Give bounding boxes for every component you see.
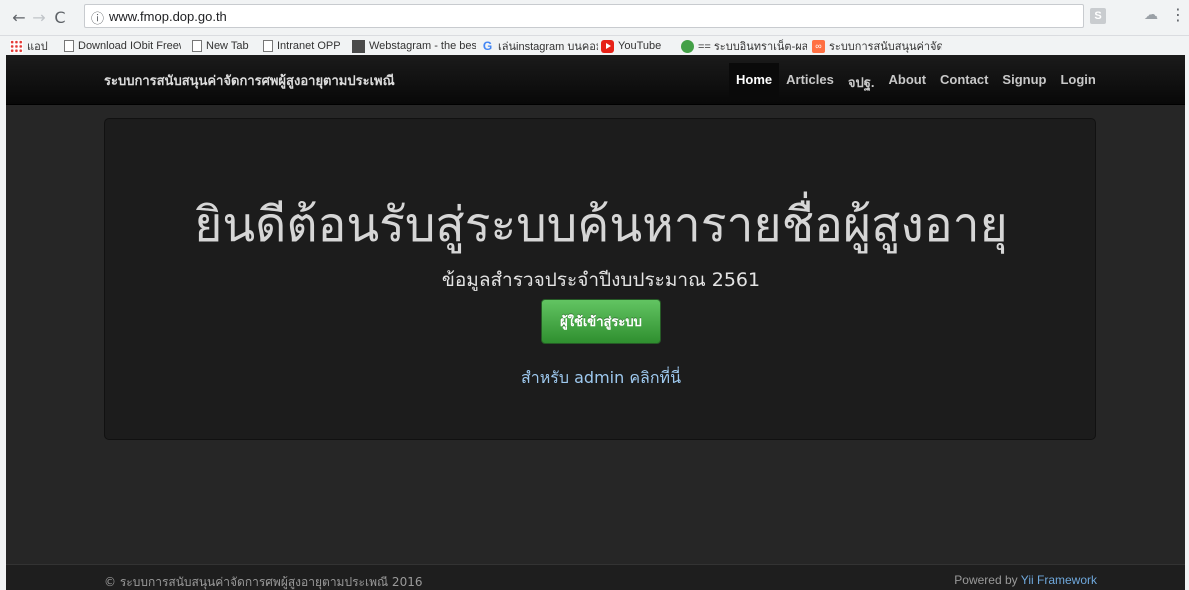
nav-about[interactable]: About	[881, 63, 933, 97]
bookmark-webstagram[interactable]: Webstagram - the bes	[352, 38, 476, 54]
bookmark-label: ระบบการสนับสนุนค่าจัดก	[829, 41, 942, 53]
nav-links: Home Articles จปฐ. About Contact Signup …	[729, 63, 1103, 97]
nav-jpt[interactable]: จปฐ.	[841, 63, 882, 97]
powered-prefix: Powered by	[954, 573, 1018, 587]
browser-menu-icon[interactable]: ⋮	[1170, 6, 1186, 24]
hero-panel: ยินดีต้อนรับสู่ระบบค้นหารายชื่อผู้สูงอาย…	[104, 118, 1096, 440]
site-footer: © ระบบการสนับสนุนค่าจัดการศพผู้สูงอายุตา…	[0, 564, 1189, 590]
user-login-button[interactable]: ผู้ใช้เข้าสู่ระบบ	[541, 299, 661, 344]
forward-arrow-icon[interactable]: →	[30, 9, 48, 27]
bookmark-iobit[interactable]: Download IObit Freew	[64, 38, 181, 54]
window-right-edge	[1185, 55, 1189, 590]
hero-subtitle: ข้อมูลสำรวจประจำปีงบประมาณ 2561	[441, 269, 761, 291]
hero-title: ยินดีต้อนรับสู่ระบบค้นหารายชื่อผู้สูงอาย…	[194, 197, 1008, 253]
bookmark-label: แอป	[27, 41, 48, 53]
bookmark-label: YouTube	[618, 40, 662, 52]
bookmark-intranet[interactable]: Intranet OPP	[263, 38, 348, 54]
site-brand[interactable]: ระบบการสนับสนุนค่าจัดการศพผู้สูงอายุตามป…	[104, 70, 395, 91]
bookmark-label: Download IObit Freew	[78, 40, 181, 52]
page-icon	[192, 40, 202, 52]
address-bar[interactable]: ⓘ www.fmop.dop.go.th	[84, 4, 1084, 28]
info-icon[interactable]: ⓘ	[91, 8, 104, 27]
yii-framework-link[interactable]: Yii Framework	[1021, 573, 1097, 587]
address-url[interactable]: www.fmop.dop.go.th	[109, 9, 227, 24]
reload-icon[interactable]: C	[51, 9, 69, 27]
site-navbar: ระบบการสนับสนุนค่าจัดการศพผู้สูงอายุตามป…	[0, 55, 1189, 105]
browser-toolbar: ← → C ⓘ www.fmop.dop.go.th S ☁ ⋮	[0, 0, 1189, 36]
bookmark-label: Webstagram - the bes	[369, 40, 476, 52]
bookmark-fmop[interactable]: ∞ ระบบการสนับสนุนค่าจัดก	[812, 38, 942, 54]
nav-login[interactable]: Login	[1053, 63, 1102, 97]
apps-icon	[10, 39, 23, 53]
webstagram-icon	[352, 39, 365, 53]
extension-s-icon[interactable]: S	[1090, 8, 1106, 24]
bookmark-label: Intranet OPP	[277, 40, 341, 52]
page-icon	[64, 40, 74, 52]
page-icon	[263, 40, 273, 52]
youtube-icon	[601, 39, 614, 53]
nav-signup[interactable]: Signup	[995, 63, 1053, 97]
back-arrow-icon[interactable]: ←	[10, 9, 28, 27]
google-icon: G	[482, 38, 493, 53]
bookmark-instagram[interactable]: G เล่นinstagram บนคอม -	[481, 38, 598, 54]
bookmark-label: == ระบบอินทราเน็ต-ผส.	[698, 41, 807, 53]
footer-powered: Powered by Yii Framework	[954, 573, 1097, 587]
web-page: ระบบการสนับสนุนค่าจัดการศพผู้สูงอายุตามป…	[0, 55, 1189, 590]
admin-login-link[interactable]: สำหรับ admin คลิกที่นี่	[105, 366, 1097, 391]
nav-articles[interactable]: Articles	[779, 63, 841, 97]
bookmark-intranet-th[interactable]: == ระบบอินทราเน็ต-ผส.	[681, 38, 807, 54]
oo-icon: ∞	[812, 39, 825, 53]
nav-home[interactable]: Home	[729, 63, 780, 97]
bookmark-label: New Tab	[206, 40, 249, 52]
nav-contact[interactable]: Contact	[933, 63, 995, 97]
bookmark-apps[interactable]: แอป	[10, 38, 58, 54]
footer-copyright: © ระบบการสนับสนุนค่าจัดการศพผู้สูงอายุตา…	[104, 575, 423, 589]
bookmark-new-tab[interactable]: New Tab	[192, 38, 260, 54]
bookmark-label: เล่นinstagram บนคอม -	[498, 41, 598, 53]
window-left-edge	[0, 55, 6, 590]
tree-icon	[681, 39, 694, 53]
bookmark-youtube[interactable]: YouTube	[601, 38, 681, 54]
bookmarks-bar: แอป Download IObit Freew New Tab Intrane…	[0, 36, 1189, 55]
cloud-extension-icon[interactable]: ☁	[1144, 7, 1158, 23]
